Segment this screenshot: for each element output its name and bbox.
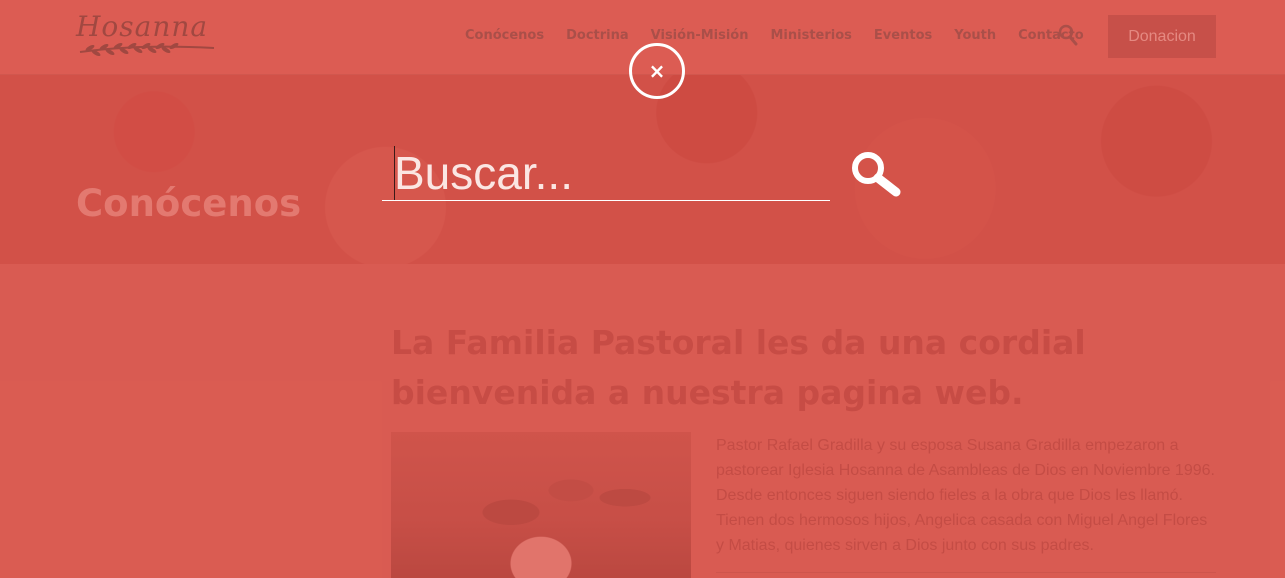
close-search-button[interactable]: ×: [629, 43, 685, 99]
text-cursor: [394, 146, 395, 200]
search-submit-icon[interactable]: [848, 150, 904, 198]
search-input[interactable]: [382, 145, 830, 201]
